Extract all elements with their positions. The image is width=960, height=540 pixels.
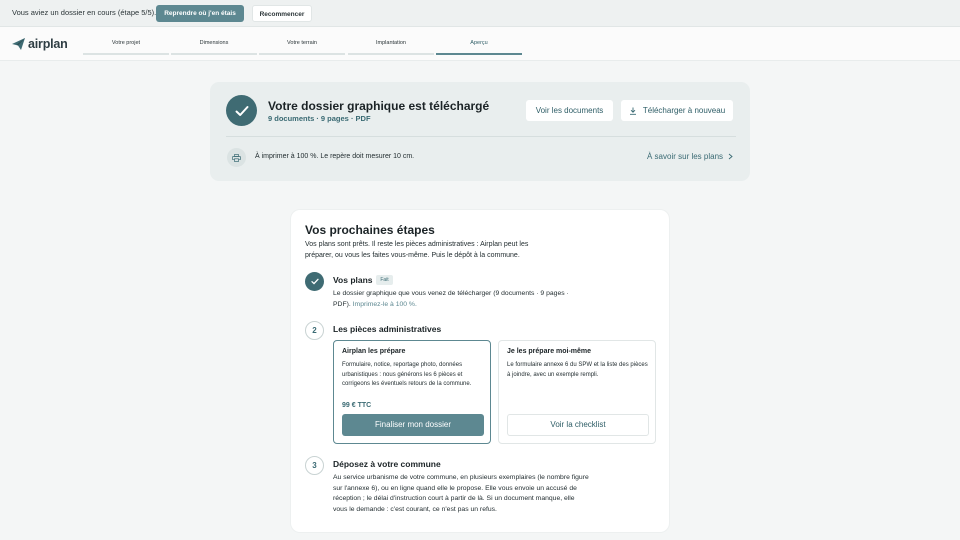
download-title: Votre dossier graphique est téléchargé [268, 99, 490, 113]
view-documents-button[interactable]: Voir les documents [526, 100, 613, 121]
done-badge: Fait [376, 275, 393, 285]
resume-button[interactable]: Reprendre où j'en étais [156, 5, 244, 22]
step-tab-projet[interactable]: Votre projet [83, 27, 169, 55]
redownload-button[interactable]: Télécharger à nouveau [621, 100, 733, 121]
logo[interactable]: airplan [12, 36, 68, 52]
step3-number: 3 [305, 456, 324, 475]
option-self-prepare[interactable]: Je les prépare moi-même Le formulaire an… [498, 340, 656, 444]
plans-info-link[interactable]: À savoir sur les plans [647, 152, 733, 161]
print-note: À imprimer à 100 %. Le repère doit mesur… [255, 153, 415, 160]
step-tab-terrain[interactable]: Votre terrain [259, 27, 345, 55]
banner-text: Vous aviez un dossier en cours (étape 5/… [12, 8, 157, 17]
plans-info-label: À savoir sur les plans [647, 152, 724, 161]
option-a-price: 99 € TTC [342, 402, 372, 409]
step3-title: Déposez à votre commune [333, 459, 441, 469]
next-steps-card: Vos prochaines étapes Vos plans sont prê… [291, 210, 669, 532]
paper-plane-icon [12, 38, 25, 50]
option-a-description: Formulaire, notice, reportage photo, don… [342, 362, 472, 387]
download-icon [629, 107, 636, 115]
option-a-title: Airplan les prépare [342, 348, 406, 355]
brand-name: airplan [28, 37, 68, 51]
step-tab-implantation[interactable]: Implantation [348, 27, 434, 55]
check-icon [226, 95, 257, 126]
step-done-check-icon [305, 272, 324, 291]
top-nav: airplan Votre projet Dimensions Votre te… [0, 27, 960, 61]
divider [226, 136, 736, 137]
chevron-right-icon [728, 153, 733, 160]
redownload-label: Télécharger à nouveau [642, 106, 726, 115]
option-airplan-prepares[interactable]: Airplan les prépare Formulaire, notice, … [333, 340, 491, 444]
step2-number: 2 [305, 321, 324, 340]
next-steps-intro: Vos plans sont prêts. Il reste les pièce… [305, 241, 529, 259]
step-tab-apercu[interactable]: Aperçu [436, 27, 522, 55]
step3-text: Au service urbanisme de votre commune, e… [333, 474, 589, 513]
printer-icon [227, 148, 246, 167]
download-subtitle: 9 documents · 9 pages · PDF [268, 114, 371, 123]
step-tab-dimensions[interactable]: Dimensions [171, 27, 257, 55]
finalize-dossier-button[interactable]: Finaliser mon dossier [342, 414, 484, 436]
print-instructions-link[interactable]: Imprimez-le à 100 %. [353, 301, 417, 308]
restart-button[interactable]: Recommencer [252, 5, 312, 22]
next-steps-title: Vos prochaines étapes [305, 223, 435, 237]
step2-title: Les pièces administratives [333, 324, 442, 334]
view-checklist-button[interactable]: Voir la checklist [507, 414, 649, 436]
resume-banner: Vous aviez un dossier en cours (étape 5/… [0, 0, 960, 27]
step1-text: Le dossier graphique que vous venez de t… [333, 289, 583, 310]
option-b-title: Je les prépare moi-même [507, 348, 592, 355]
step1-title: Vos plans [333, 275, 373, 285]
option-b-description: Le formulaire annexe 6 du SPW et la list… [507, 362, 648, 378]
download-confirmation-card: Votre dossier graphique est téléchargé 9… [210, 82, 750, 181]
